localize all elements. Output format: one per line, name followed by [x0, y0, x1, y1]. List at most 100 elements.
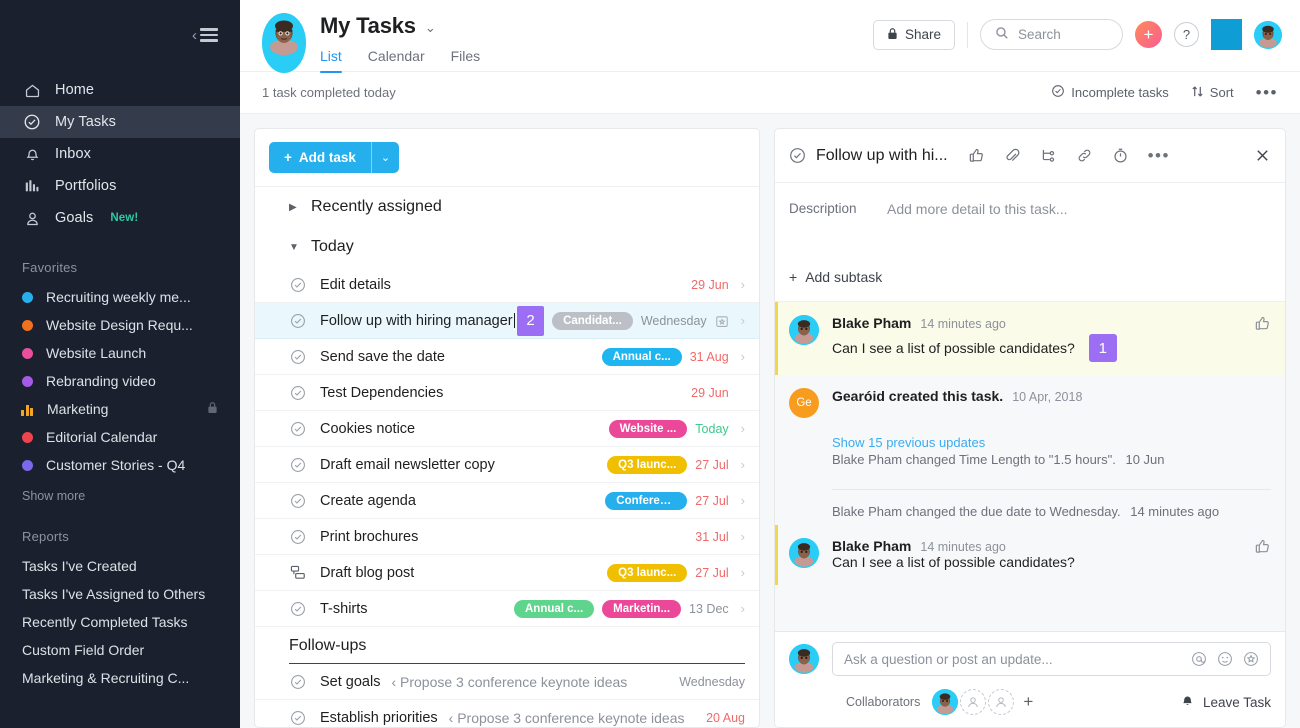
table-row[interactable]: Draft blog post Q3 launc... 27 Jul › [255, 555, 759, 591]
chevron-down-icon[interactable]: ⌄ [425, 20, 436, 36]
timer-icon[interactable] [1112, 147, 1129, 164]
favorite-item-editorial-calendar[interactable]: Editorial Calendar [0, 423, 240, 451]
sort-button[interactable]: Sort [1191, 85, 1234, 101]
star-badge-icon[interactable] [1243, 651, 1259, 667]
favorite-item-recruiting-weekly[interactable]: Recruiting weekly me... [0, 283, 240, 311]
sidebar-item-inbox[interactable]: Inbox [0, 138, 240, 170]
favorite-item-marketing[interactable]: Marketing [0, 395, 240, 423]
sidebar-item-my-tasks[interactable]: My Tasks [0, 106, 240, 138]
collapse-sidebar-button[interactable]: ‹ [192, 28, 218, 43]
task-detail-title[interactable]: Follow up with hi... [816, 147, 948, 165]
incomplete-tasks-filter[interactable]: Incomplete tasks [1051, 84, 1169, 101]
check-circle-icon[interactable] [289, 528, 306, 545]
check-circle-icon[interactable] [289, 420, 306, 437]
create-button[interactable]: + [1135, 21, 1162, 48]
tab-files[interactable]: Files [451, 48, 481, 73]
show-previous-updates-link[interactable]: Show 15 previous updates [832, 435, 1271, 450]
user-avatar[interactable] [1254, 20, 1282, 49]
more-options-button[interactable]: ••• [1256, 84, 1278, 101]
report-item-marketing-recruiting[interactable]: Marketing & Recruiting C... [0, 664, 240, 692]
paperclip-icon[interactable] [1004, 147, 1021, 164]
help-button[interactable]: ? [1174, 22, 1199, 47]
task-project-pill[interactable]: Conferen... [605, 491, 688, 510]
sidebar-item-home[interactable]: Home [0, 74, 240, 106]
table-row[interactable]: Cookies notice Website ... Today › [255, 411, 759, 447]
comment-input[interactable]: Ask a question or post an update... [832, 642, 1271, 676]
description-placeholder[interactable]: Add more detail to this task... [887, 201, 1068, 217]
table-row[interactable]: Edit details 29 Jun › [255, 267, 759, 303]
sidebar-item-goals[interactable]: Goals New! [0, 202, 240, 234]
table-row[interactable]: Send save the date Annual c... 31 Aug › [255, 339, 759, 375]
report-item-tasks-assigned[interactable]: Tasks I've Assigned to Others [0, 580, 240, 608]
check-circle-icon[interactable] [289, 492, 306, 509]
workspace-avatar[interactable] [262, 13, 306, 73]
task-project-pill[interactable]: Annual c... [601, 347, 682, 366]
task-project-pill[interactable]: Q3 launc... [607, 455, 688, 474]
check-circle-icon[interactable] [289, 600, 306, 617]
tab-list[interactable]: List [320, 48, 342, 73]
mention-icon[interactable] [1191, 651, 1207, 667]
title-row[interactable]: My Tasks ⌄ [320, 13, 480, 39]
report-item-custom-field-order[interactable]: Custom Field Order [0, 636, 240, 664]
favorite-item-rebranding-video[interactable]: Rebranding video [0, 367, 240, 395]
emoji-icon[interactable] [1217, 651, 1233, 667]
table-row[interactable]: Print brochures 31 Jul › [255, 519, 759, 555]
task-project-pill[interactable]: Marketin... [602, 599, 682, 618]
check-circle-icon[interactable] [289, 673, 306, 690]
table-row[interactable]: Test Dependencies 29 Jun › [255, 375, 759, 411]
add-collaborator-button[interactable]: + [1023, 692, 1033, 712]
thumbs-up-icon[interactable] [968, 147, 985, 164]
task-project-pill[interactable]: Annual c... [514, 599, 595, 618]
table-row[interactable]: T-shirts Annual c... Marketin... 13 Dec … [255, 591, 759, 627]
add-task-button[interactable]: + Add task [269, 142, 371, 173]
table-row[interactable]: Establish priorities ‹ Propose 3 confere… [255, 700, 759, 727]
subtask-icon[interactable] [289, 564, 306, 581]
link-icon[interactable] [1076, 147, 1093, 164]
subtask-icon[interactable] [1040, 147, 1057, 164]
thumbs-up-icon[interactable] [1254, 538, 1271, 572]
check-circle-icon[interactable] [289, 709, 306, 726]
task-project-pill[interactable]: Website ... [608, 419, 688, 438]
chevron-right-icon[interactable]: › [741, 457, 745, 472]
check-circle-icon[interactable] [289, 276, 306, 293]
chevron-right-icon[interactable]: › [741, 313, 745, 328]
calendar-icon[interactable] [715, 314, 729, 328]
task-project-pill[interactable]: Q3 launc... [607, 563, 688, 582]
report-item-recently-completed[interactable]: Recently Completed Tasks [0, 608, 240, 636]
add-subtask-button[interactable]: + Add subtask [775, 217, 1285, 301]
chevron-right-icon[interactable]: › [741, 277, 745, 292]
chevron-right-icon[interactable]: › [741, 421, 745, 436]
chevron-right-icon[interactable]: › [741, 349, 745, 364]
favorite-item-customer-stories[interactable]: Customer Stories - Q4 [0, 451, 240, 479]
table-row[interactable]: Follow up with hiring manager 2 Candidat… [255, 303, 759, 339]
task-name[interactable]: Follow up with hiring manager [320, 313, 515, 329]
chevron-right-icon[interactable]: › [741, 529, 745, 544]
table-row[interactable]: Create agenda Conferen... 27 Jul › [255, 483, 759, 519]
close-icon[interactable] [1254, 147, 1271, 164]
table-row[interactable]: Set goals ‹ Propose 3 conference keynote… [255, 664, 759, 700]
check-circle-icon[interactable] [289, 312, 306, 329]
sidebar-item-portfolios[interactable]: Portfolios [0, 170, 240, 202]
check-circle-icon[interactable] [289, 348, 306, 365]
favorite-item-website-design[interactable]: Website Design Requ... [0, 311, 240, 339]
task-group-today[interactable]: ▼ Today [255, 227, 759, 267]
task-group-recently-assigned[interactable]: ▶ Recently assigned [255, 187, 759, 227]
thumbs-up-icon[interactable] [1254, 315, 1271, 362]
leave-task-button[interactable]: Leave Task [1180, 693, 1271, 711]
chevron-right-icon[interactable]: › [741, 493, 745, 508]
chevron-right-icon[interactable]: › [741, 565, 745, 580]
app-tile-placeholder[interactable] [1211, 19, 1242, 50]
check-circle-icon[interactable] [289, 384, 306, 401]
favorite-item-website-launch[interactable]: Website Launch [0, 339, 240, 367]
report-item-tasks-created[interactable]: Tasks I've Created [0, 552, 240, 580]
add-task-dropdown-button[interactable]: ⌄ [370, 142, 400, 173]
share-button[interactable]: Share [872, 19, 955, 50]
avatar-placeholder[interactable] [960, 689, 987, 715]
tab-calendar[interactable]: Calendar [368, 48, 425, 73]
show-more-favorites-link[interactable]: Show more [0, 489, 240, 503]
chevron-right-icon[interactable]: › [741, 601, 745, 616]
more-icon[interactable]: ••• [1148, 147, 1170, 164]
check-circle-icon[interactable] [789, 147, 806, 164]
avatar-placeholder[interactable] [988, 689, 1015, 715]
search-input[interactable]: Search [980, 19, 1123, 50]
